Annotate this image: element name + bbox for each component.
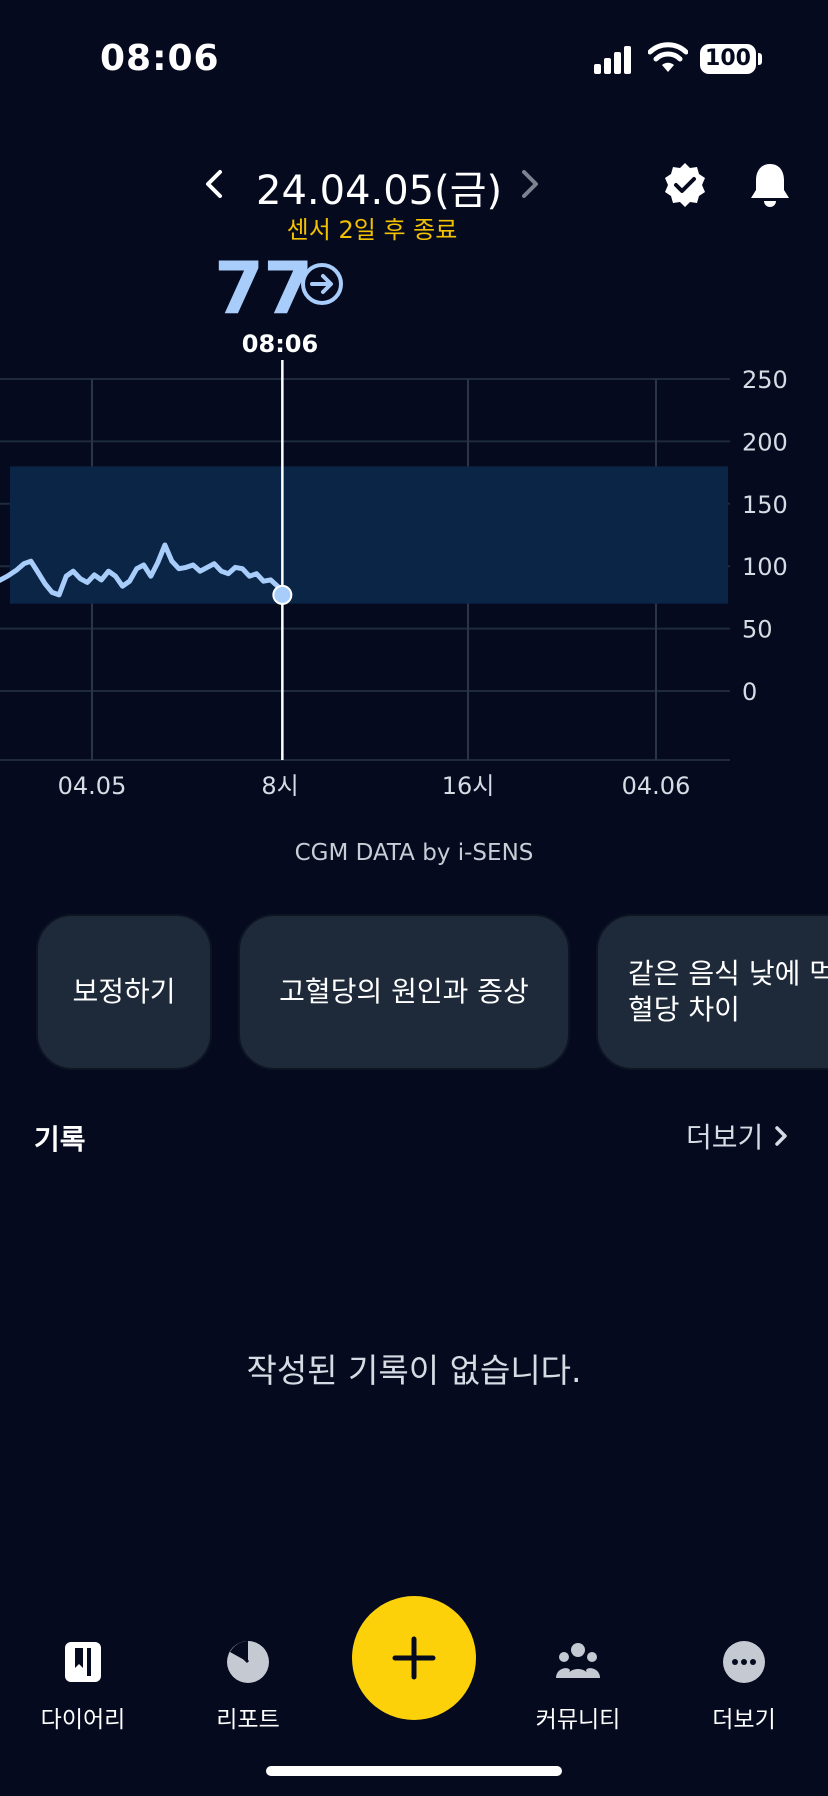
bottom-navigation: 다이어리 리포트 커뮤니티 더보기 (0, 1580, 828, 1796)
tab-report[interactable]: 리포트 (178, 1638, 318, 1734)
cellular-signal-icon (594, 44, 634, 74)
current-reading-point (272, 584, 293, 605)
tab-label: 커뮤니티 (535, 1707, 621, 1733)
records-more-link[interactable]: 더보기 (686, 1116, 791, 1156)
suggestion-chips: 보정하기 고혈당의 원인과 증상 같은 음식 낮에 먹 혈당 차이 (0, 914, 828, 1072)
report-pie-icon (227, 1641, 269, 1683)
glucose-chart[interactable]: 250 200 150 100 50 0 04.05 8시 16시 04.06 (0, 360, 828, 800)
status-time: 08:06 (100, 38, 220, 79)
tab-more[interactable]: 더보기 (674, 1638, 814, 1734)
y-tick-label: 0 (742, 678, 757, 706)
x-tick-label: 8시 (261, 772, 298, 800)
tab-label: 리포트 (216, 1707, 280, 1733)
y-tick-label: 200 (742, 428, 788, 456)
battery-tip (758, 53, 762, 65)
x-tick-label: 16시 (442, 772, 495, 800)
y-tick-label: 250 (742, 366, 788, 394)
chip-label: 같은 음식 낮에 먹 (628, 957, 828, 990)
more-link-label: 더보기 (686, 1121, 764, 1154)
y-tick-label: 50 (742, 616, 773, 644)
chip-same-food-difference[interactable]: 같은 음식 낮에 먹 혈당 차이 (596, 914, 828, 1070)
x-axis-ticks: 04.05 8시 16시 04.06 (58, 772, 691, 800)
chip-label: 혈당 차이 (628, 993, 740, 1026)
date-title: 24.04.05(금) (256, 168, 503, 214)
previous-day-button[interactable] (198, 164, 230, 204)
tab-label: 더보기 (712, 1707, 776, 1733)
diary-book-icon (65, 1642, 101, 1682)
add-record-button[interactable] (352, 1596, 476, 1720)
y-axis-ticks: 250 200 150 100 50 0 (742, 366, 788, 706)
chip-label: 고혈당의 원인과 증상 (279, 975, 529, 1008)
chevron-right-icon (775, 1126, 788, 1146)
next-day-button[interactable] (514, 164, 546, 204)
tab-diary[interactable]: 다이어리 (13, 1638, 153, 1734)
notification-bell-icon[interactable] (743, 158, 797, 212)
date-header: 24.04.05(금) 센서 2일 후 종료 (0, 150, 828, 250)
more-dots-icon (723, 1641, 765, 1683)
community-people-icon (556, 1643, 600, 1678)
chip-label: 보정하기 (72, 975, 176, 1008)
empty-records-message: 작성된 기록이 없습니다. (246, 1351, 582, 1390)
chip-hyperglycemia-causes[interactable]: 고혈당의 원인과 증상 (238, 914, 570, 1070)
wifi-icon (648, 42, 688, 72)
chip-calibrate[interactable]: 보정하기 (36, 914, 212, 1070)
y-tick-label: 100 (742, 553, 788, 581)
trend-arrow-icon (301, 263, 343, 305)
verified-badge-icon[interactable] (660, 160, 710, 210)
x-tick-label: 04.05 (58, 772, 127, 800)
glucose-value: 77 (214, 246, 313, 330)
y-tick-label: 150 (742, 491, 788, 519)
cgm-data-credit: CGM DATA by i-SENS (294, 840, 534, 866)
tab-label: 다이어리 (40, 1707, 126, 1733)
battery-indicator: 100 (700, 44, 756, 74)
tab-community[interactable]: 커뮤니티 (508, 1638, 648, 1734)
home-indicator (266, 1766, 562, 1776)
sensor-expiry-notice: 센서 2일 후 종료 (286, 216, 458, 244)
current-glucose: 77 (214, 246, 313, 330)
x-tick-label: 04.06 (622, 772, 691, 800)
records-title: 기록 (34, 1123, 86, 1156)
reading-time: 08:06 (241, 330, 319, 358)
status-bar: 08:06 100 (0, 0, 828, 120)
plus-icon (392, 1636, 436, 1680)
